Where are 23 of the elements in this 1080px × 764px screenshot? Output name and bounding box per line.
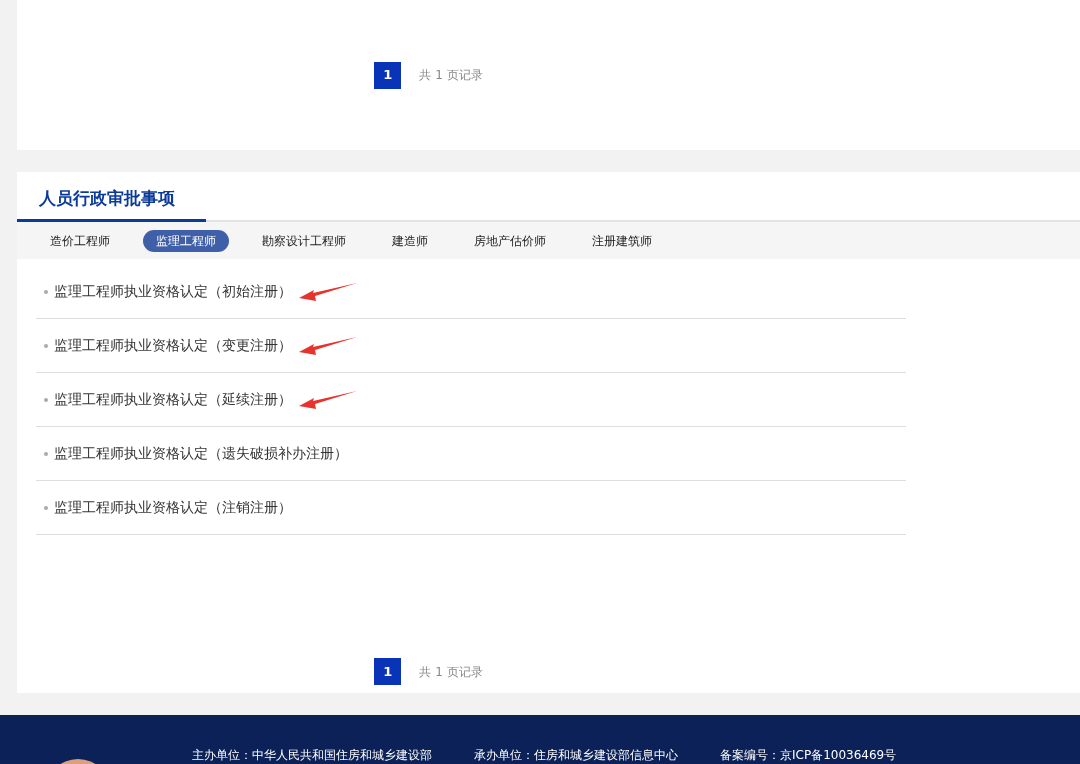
tab[interactable]: 注册建筑师 bbox=[579, 229, 665, 252]
bullet-icon bbox=[44, 397, 48, 402]
page-summary: 共 1 页记录 bbox=[419, 663, 483, 681]
item-link[interactable]: 监理工程师执业资格认定（初始注册） bbox=[54, 281, 292, 302]
tab[interactable]: 监理工程师 bbox=[143, 229, 229, 252]
item-link[interactable]: 监理工程师执业资格认定（延续注册） bbox=[54, 389, 292, 410]
tab[interactable]: 勘察设计工程师 bbox=[249, 229, 359, 252]
page-button[interactable]: 1 bbox=[374, 61, 402, 89]
bullet-icon bbox=[44, 343, 48, 348]
tab[interactable]: 造价工程师 bbox=[37, 229, 123, 252]
tab[interactable]: 房地产估价师 bbox=[461, 229, 559, 252]
footer-text: 主办单位：中华人民共和国住房和城乡建设部 bbox=[192, 747, 432, 764]
page-button[interactable]: 1 bbox=[374, 658, 402, 685]
footer-text: 备案编号：京ICP备10036469号 bbox=[720, 747, 897, 764]
footer-text: 承办单位：住房和城乡建设部信息中心 bbox=[474, 747, 678, 764]
item-link[interactable]: 监理工程师执业资格认定（变更注册） bbox=[54, 335, 292, 356]
bullet-icon bbox=[44, 289, 48, 294]
item-link[interactable]: 监理工程师执业资格认定（注销注册） bbox=[54, 497, 292, 518]
bullet-icon bbox=[44, 505, 48, 510]
tab[interactable]: 建造师 bbox=[379, 229, 441, 252]
item-link[interactable]: 监理工程师执业资格认定（遗失破损补办注册） bbox=[54, 443, 348, 464]
page-summary: 共 1 页记录 bbox=[419, 67, 483, 84]
bullet-icon bbox=[44, 451, 48, 456]
